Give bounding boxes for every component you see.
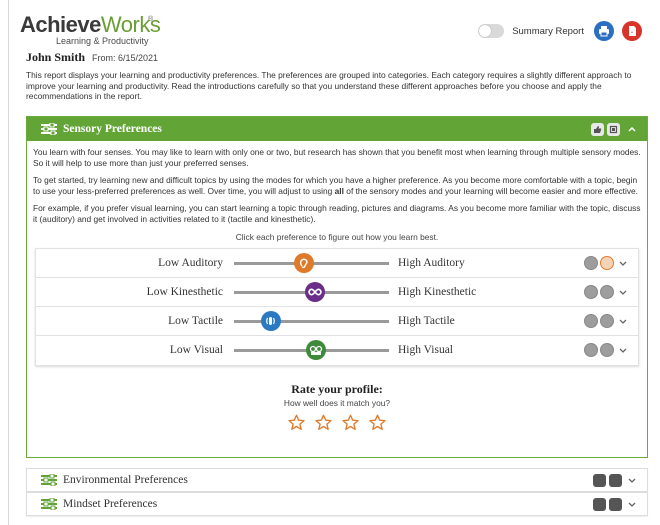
summary-report-label: Summary Report — [512, 25, 584, 37]
thumbs-up-icon[interactable] — [593, 473, 606, 487]
thumbs-down-icon[interactable] — [607, 122, 620, 136]
chevron-down-icon[interactable] — [618, 345, 628, 355]
print-icon — [599, 26, 609, 37]
preference-list: Low Auditory High Auditory Low Kinesthet… — [35, 247, 639, 366]
rate-profile: Rate your profile: How well does it matc… — [27, 382, 647, 431]
mindset-panel-title: Mindset Preferences — [63, 498, 158, 510]
thumbs-up-icon[interactable] — [584, 313, 598, 328]
report-intro: This report displays your learning and p… — [26, 70, 632, 102]
thumbs-down-icon[interactable] — [600, 342, 614, 357]
eye-icon[interactable] — [306, 339, 327, 360]
rate-title: Rate your profile: — [291, 381, 383, 396]
sensory-panel: Sensory Preferences You learn with four … — [26, 116, 648, 458]
top-toolbar: Summary Report — [478, 20, 642, 42]
pdf-export-button[interactable] — [622, 21, 642, 41]
sliders-icon — [41, 498, 57, 510]
chevron-down-icon[interactable] — [627, 475, 637, 485]
pdf-icon — [629, 26, 636, 36]
preference-row-tactile[interactable]: Low Tactile High Tactile — [36, 307, 638, 336]
click-hint: Click each preference to figure out how … — [235, 231, 439, 242]
pref-high-label: High Kinesthetic — [398, 285, 477, 298]
thumbs-down-icon[interactable] — [609, 473, 622, 487]
sliders-icon — [41, 123, 57, 135]
environmental-panel-title: Environmental Preferences — [63, 474, 188, 486]
sensory-panel-title: Sensory Preferences — [63, 123, 162, 135]
chevron-down-icon[interactable] — [618, 316, 628, 326]
pref-high-label: High Visual — [398, 344, 454, 357]
student-name: John Smith — [26, 50, 86, 64]
star-icon[interactable] — [369, 414, 386, 431]
pref-high-label: High Auditory — [398, 256, 465, 269]
pref-slider-track — [234, 319, 389, 323]
logo-trademark: ® — [148, 16, 154, 23]
sensory-para-2: To get started, try learning new and dif… — [33, 175, 639, 196]
thumbs-up-icon[interactable] — [584, 284, 598, 299]
star-icon[interactable] — [288, 414, 305, 431]
sliders-icon — [41, 474, 57, 486]
star-icon[interactable] — [342, 414, 359, 431]
report-date: From: 6/15/2021 — [91, 53, 158, 63]
logo-tagline: Learning & Productivity — [56, 36, 149, 46]
sensory-para-3: For example, if you prefer visual learni… — [33, 203, 641, 224]
pref-low-label: Low Kinesthetic — [146, 285, 223, 298]
sensory-description: You learn with four senses. You may like… — [27, 141, 647, 225]
thumbs-down-icon[interactable] — [600, 255, 614, 270]
thumbs-up-icon[interactable] — [593, 497, 606, 511]
preference-row-kinesthetic[interactable]: Low Kinesthetic High Kinesthetic — [36, 278, 638, 307]
achieveworks-logo: AchieveWorks ® Learning & Productivity — [20, 12, 200, 48]
summary-report-toggle[interactable] — [478, 24, 505, 38]
ear-icon[interactable] — [293, 252, 314, 273]
rate-subtitle: How well does it match you? — [283, 397, 391, 408]
student-line: John Smith From: 6/15/2021 — [26, 50, 158, 65]
mindset-panel-header[interactable]: Mindset Preferences — [26, 492, 648, 516]
thumbs-up-icon[interactable] — [591, 122, 604, 136]
chevron-down-icon[interactable] — [627, 499, 637, 509]
sensory-para-1: You learn with four senses. You may like… — [33, 147, 641, 168]
preference-row-auditory[interactable]: Low Auditory High Auditory — [36, 249, 638, 278]
thumbs-up-icon[interactable] — [584, 342, 598, 357]
chevron-down-icon[interactable] — [618, 287, 628, 297]
pref-low-label: Low Visual — [169, 344, 223, 357]
touch-icon[interactable] — [261, 310, 282, 331]
collapse-caret-icon[interactable] — [627, 124, 637, 134]
environmental-panel-header[interactable]: Environmental Preferences — [26, 468, 648, 492]
star-icon[interactable] — [315, 414, 332, 431]
thumbs-down-icon[interactable] — [600, 284, 614, 299]
rating-stars — [27, 414, 647, 431]
thumbs-down-icon[interactable] — [600, 313, 614, 328]
chevron-down-icon[interactable] — [618, 258, 628, 268]
print-button[interactable] — [594, 21, 614, 41]
sensory-panel-header[interactable]: Sensory Preferences — [27, 117, 647, 141]
pref-low-label: Low Auditory — [158, 256, 223, 269]
pref-high-label: High Tactile — [398, 314, 455, 327]
pref-low-label: Low Tactile — [168, 314, 223, 327]
preference-row-visual[interactable]: Low Visual High Visual — [36, 336, 638, 365]
infinity-icon[interactable] — [304, 281, 325, 302]
thumbs-up-icon[interactable] — [584, 255, 598, 270]
logo-word-a: Achieve — [20, 12, 101, 37]
thumbs-down-icon[interactable] — [609, 497, 622, 511]
